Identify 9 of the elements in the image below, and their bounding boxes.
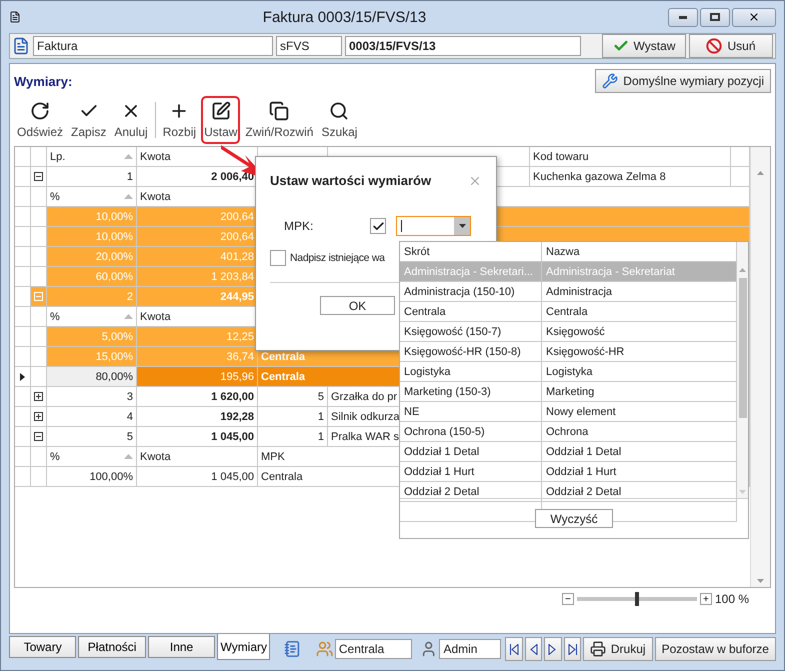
table-cell: 80,00% <box>47 367 137 387</box>
zoom-reading: 100 % <box>714 592 749 606</box>
dialog-title: Ustaw wartości wymiarów <box>270 173 432 188</box>
window-title: Faktura 0003/15/FVS/13 <box>262 8 428 26</box>
section-title: Wymiary: <box>14 74 72 88</box>
field-label: MPK: <box>284 219 314 233</box>
table-cell: 1 045,00 <box>137 467 258 487</box>
table-cell: 100,00% <box>47 467 137 487</box>
checkbox-label: Nadpisz istniejące wa <box>290 252 385 264</box>
